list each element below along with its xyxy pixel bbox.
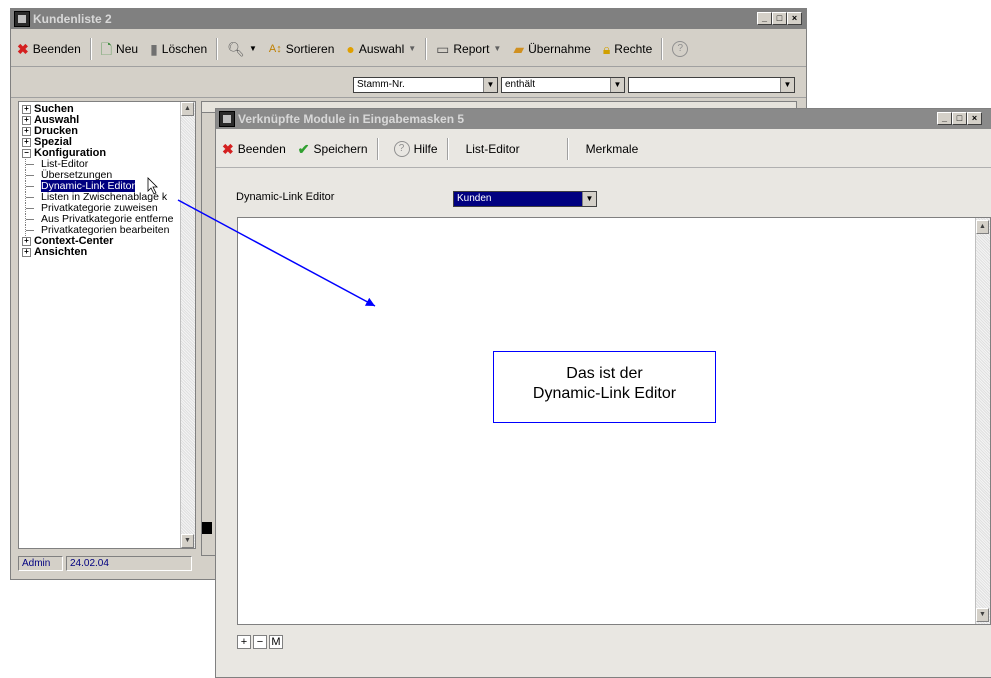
editor-scrollbar[interactable]: ▲ ▼ bbox=[975, 218, 990, 624]
search-button[interactable]: 🔍︎ ▼ bbox=[221, 36, 263, 62]
app-icon bbox=[14, 11, 30, 27]
status-user: Admin bbox=[18, 556, 63, 571]
module-select[interactable]: Kunden ▼ bbox=[453, 191, 597, 207]
toolbar-separator bbox=[216, 38, 219, 60]
annotation-callout: Das ist der Dynamic-Link Editor bbox=[493, 351, 716, 423]
report-button[interactable]: ▭ Report ▼ bbox=[430, 36, 507, 62]
tree-connector bbox=[25, 159, 41, 170]
new-document-icon: 🗋 bbox=[100, 41, 113, 57]
hilfe-button[interactable]: ? Hilfe bbox=[388, 136, 444, 162]
chevron-down-icon: ▼ bbox=[780, 78, 794, 92]
maximize-button[interactable]: □ bbox=[772, 12, 787, 25]
checkmark-icon: ✔ bbox=[297, 141, 310, 157]
dropdown-arrow-icon: ▼ bbox=[408, 44, 417, 53]
toolbar-separator bbox=[566, 138, 569, 160]
maximize-button[interactable]: □ bbox=[952, 112, 967, 125]
remove-button[interactable]: − bbox=[253, 635, 267, 649]
help-button[interactable]: ? bbox=[666, 36, 694, 62]
help-icon: ? bbox=[393, 141, 410, 157]
expand-icon[interactable]: + bbox=[22, 137, 31, 147]
lock-icon: 🔒︎ bbox=[602, 41, 611, 57]
speichern-button[interactable]: ✔ Speichern bbox=[292, 136, 374, 162]
rechte-button[interactable]: 🔒︎ Rechte bbox=[597, 36, 658, 62]
module-toolbar: ✖ Beenden ✔ Speichern ? Hilfe List-Edito… bbox=[216, 136, 991, 162]
close-button[interactable]: × bbox=[967, 112, 982, 125]
search-icon: 🔍︎ bbox=[227, 41, 245, 57]
tree-rows: + Suchen + Auswahl + Drucken + Spezial − Konfigur… bbox=[19, 102, 195, 258]
divider bbox=[216, 167, 991, 168]
merkmale-button[interactable]: Merkmale bbox=[580, 136, 645, 162]
scroll-up-button[interactable]: ▲ bbox=[976, 220, 989, 234]
close-x-icon: ✖ bbox=[222, 141, 234, 157]
chevron-down-icon: ▼ bbox=[582, 192, 596, 206]
auswahl-button[interactable]: ● Auswahl ▼ bbox=[340, 36, 422, 62]
trash-icon: ▮ bbox=[150, 41, 158, 57]
filter-field-select[interactable]: Stamm-Nr. ▼ bbox=[353, 77, 498, 93]
module-title: Verknüpfte Module in Eingabemasken 5 bbox=[238, 112, 465, 126]
m-button[interactable]: M bbox=[269, 635, 283, 649]
tree-connector bbox=[25, 192, 41, 203]
loeschen-button[interactable]: ▮ Löschen bbox=[144, 36, 213, 62]
list-editor-button[interactable]: List-Editor bbox=[460, 136, 564, 162]
editor-bottom-buttons: + − M bbox=[237, 635, 283, 649]
minimize-button[interactable]: _ bbox=[937, 112, 952, 125]
sort-icon: A↕ bbox=[268, 43, 282, 55]
window-controls: _ □ × bbox=[937, 112, 982, 125]
tree-connector bbox=[25, 170, 41, 181]
scroll-down-button[interactable]: ▼ bbox=[181, 534, 194, 548]
tree-scrollbar[interactable]: ▲ ▼ bbox=[180, 102, 195, 548]
beenden-button[interactable]: ✖ Beenden bbox=[11, 36, 87, 62]
dropdown-arrow-icon: ▼ bbox=[248, 44, 257, 53]
expand-icon[interactable]: + bbox=[22, 104, 31, 114]
add-button[interactable]: + bbox=[237, 635, 251, 649]
expand-icon[interactable]: + bbox=[22, 236, 31, 246]
selection-icon: ● bbox=[346, 41, 355, 57]
list-marker bbox=[202, 522, 212, 534]
scroll-up-button[interactable]: ▲ bbox=[181, 102, 194, 116]
minimize-button[interactable]: _ bbox=[757, 12, 772, 25]
kundenliste-toolbar: ✖ Beenden 🗋 Neu ▮ Löschen 🔍︎ ▼ A↕ Sortie… bbox=[11, 36, 806, 62]
close-x-icon: ✖ bbox=[17, 41, 29, 57]
tree-item[interactable]: + Ansichten bbox=[19, 247, 195, 258]
beenden-button[interactable]: ✖ Beenden bbox=[216, 136, 292, 162]
dropdown-arrow-icon: ▼ bbox=[493, 44, 502, 53]
import-folder-icon: ▰ bbox=[513, 41, 525, 57]
expand-icon[interactable]: + bbox=[22, 115, 31, 125]
callout-line-1: Das ist der bbox=[566, 365, 643, 382]
app-icon bbox=[219, 111, 235, 127]
tree-connector bbox=[25, 203, 41, 214]
toolbar-separator bbox=[661, 38, 664, 60]
scroll-down-button[interactable]: ▼ bbox=[976, 608, 989, 622]
divider bbox=[11, 66, 806, 67]
neu-button[interactable]: 🗋 Neu bbox=[95, 36, 144, 62]
expand-icon[interactable]: + bbox=[22, 247, 31, 257]
tree-connector bbox=[25, 214, 41, 225]
navigation-tree: + Suchen + Auswahl + Drucken + Spezial − Konfigur… bbox=[18, 101, 196, 549]
chevron-down-icon: ▼ bbox=[610, 78, 624, 92]
help-icon: ? bbox=[672, 41, 689, 57]
toolbar-separator bbox=[446, 138, 449, 160]
filter-value-select[interactable]: ▼ bbox=[628, 77, 795, 93]
kundenliste-titlebar[interactable]: Kundenliste 2 _ □ × bbox=[11, 9, 806, 29]
callout-line-2: Dynamic-Link Editor bbox=[532, 385, 677, 402]
module-titlebar[interactable]: Verknüpfte Module in Eingabemasken 5 _ □… bbox=[216, 109, 991, 129]
status-date: 24.02.04 bbox=[66, 556, 192, 571]
toolbar-separator bbox=[89, 38, 92, 60]
window-controls: _ □ × bbox=[757, 12, 802, 25]
sortieren-button[interactable]: A↕ Sortieren bbox=[263, 36, 341, 62]
chevron-down-icon: ▼ bbox=[483, 78, 497, 92]
toolbar-separator bbox=[425, 38, 428, 60]
toolbar-separator bbox=[376, 138, 379, 160]
collapse-icon[interactable]: − bbox=[22, 148, 31, 158]
uebernahme-button[interactable]: ▰ Übernahme bbox=[507, 36, 596, 62]
tree-connector bbox=[25, 181, 41, 192]
printer-icon: ▭ bbox=[436, 41, 450, 57]
filter-operator-select[interactable]: enthält ▼ bbox=[501, 77, 625, 93]
close-button[interactable]: × bbox=[787, 12, 802, 25]
divider bbox=[11, 97, 806, 98]
kundenliste-title: Kundenliste 2 bbox=[33, 12, 112, 26]
expand-icon[interactable]: + bbox=[22, 126, 31, 136]
tree-item-label: Ansichten bbox=[34, 246, 88, 258]
editor-label: Dynamic-Link Editor bbox=[236, 191, 335, 203]
